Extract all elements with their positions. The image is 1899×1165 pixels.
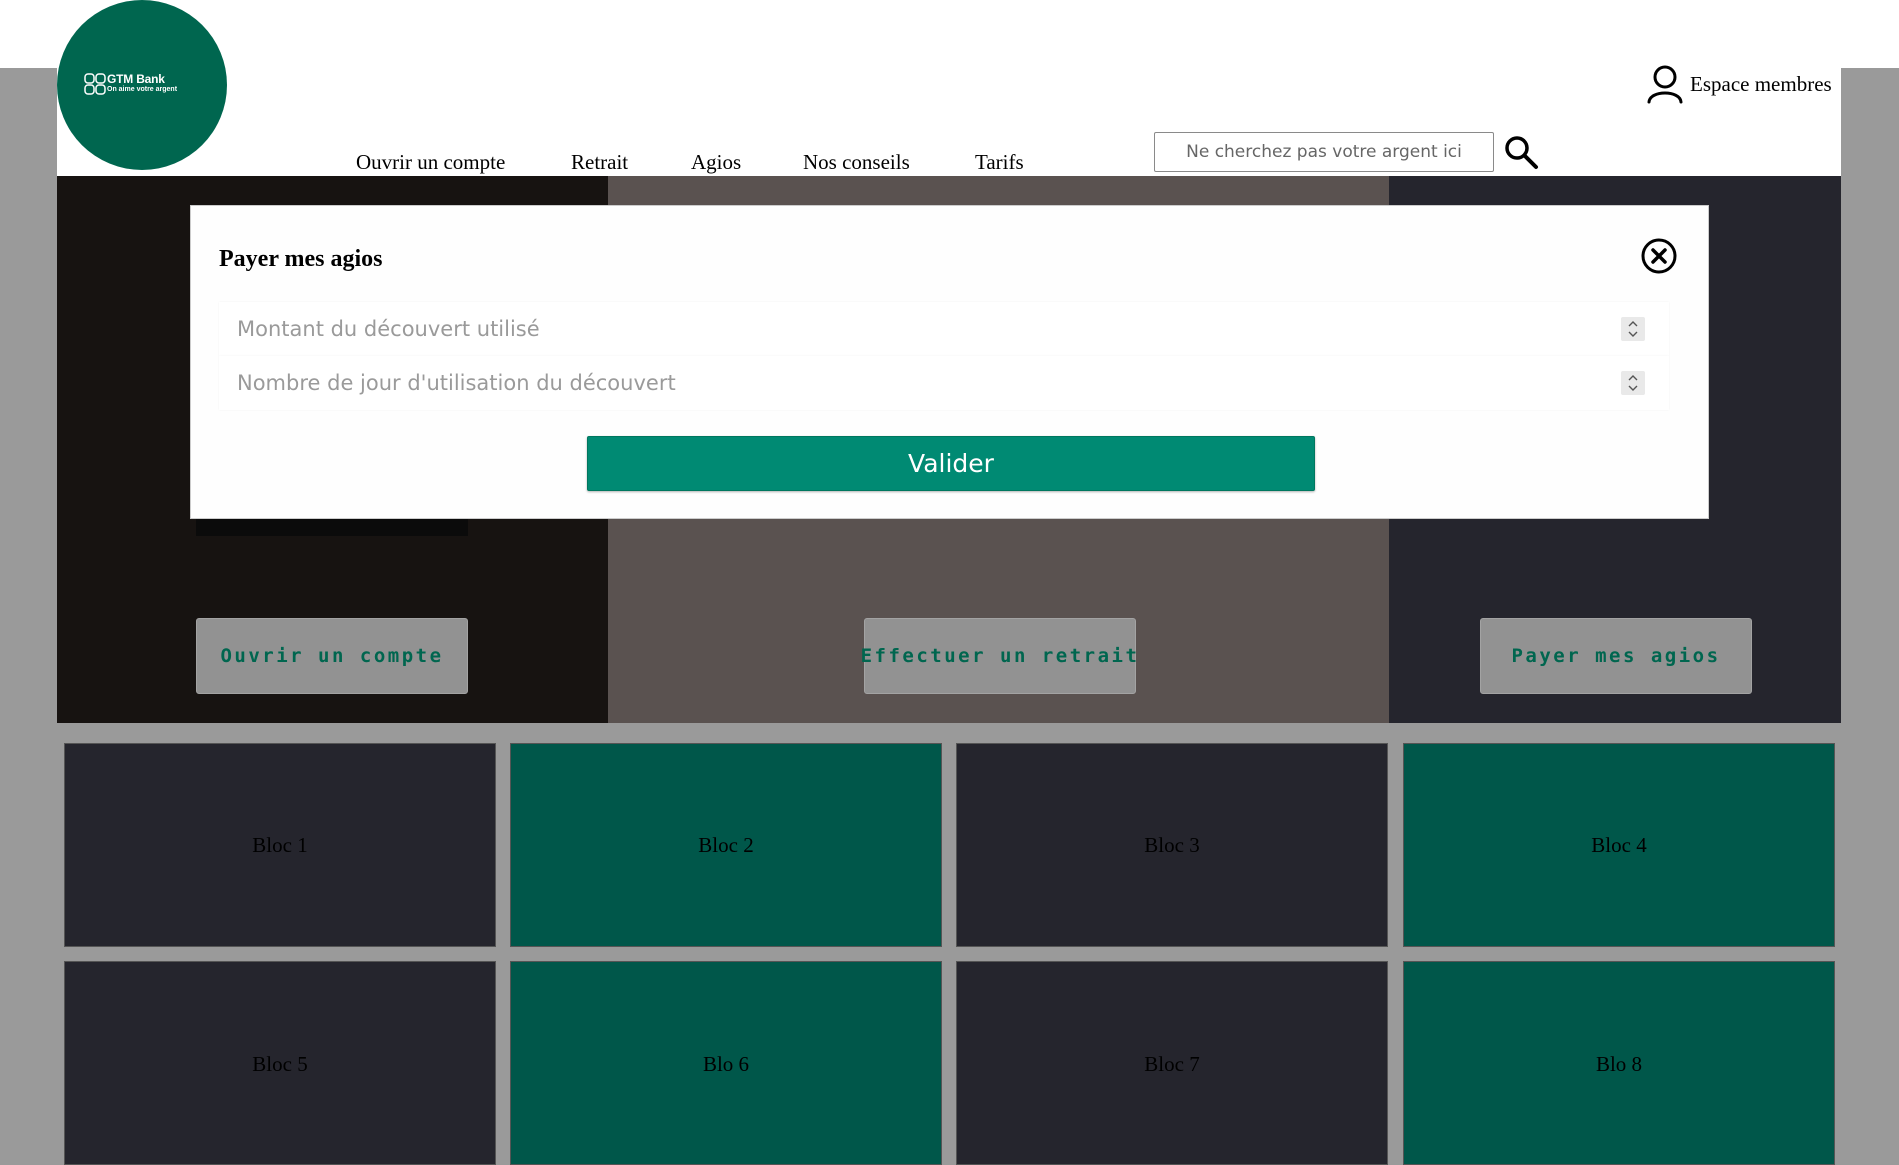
overdraft-amount-input[interactable] — [219, 302, 1669, 356]
open-account-button[interactable]: Ouvrir un compte — [196, 618, 468, 694]
user-icon — [1647, 65, 1683, 104]
bloc-1[interactable]: Bloc 1 — [64, 743, 496, 947]
days-spinner[interactable] — [1621, 371, 1645, 395]
nav-agios[interactable]: Agios — [691, 150, 741, 175]
bloc-8[interactable]: Blo 8 — [1403, 961, 1835, 1165]
logo-tagline: On aime votre argent — [107, 86, 178, 93]
bloc-2[interactable]: Bloc 2 — [510, 743, 942, 947]
bloc-6[interactable]: Blo 6 — [510, 961, 942, 1165]
amount-spinner[interactable] — [1621, 317, 1645, 341]
search-icon[interactable] — [1503, 134, 1539, 170]
spinner-icon — [1628, 375, 1638, 391]
pay-agios-button[interactable]: Payer mes agios — [1480, 618, 1752, 694]
overdraft-days-field — [219, 356, 1669, 410]
bloc-7[interactable]: Bloc 7 — [956, 961, 1388, 1165]
overdraft-amount-field — [219, 302, 1669, 356]
header — [57, 68, 1841, 176]
members-link[interactable]: Espace membres — [1646, 62, 1832, 106]
modal-title: Payer mes agios — [219, 246, 383, 272]
overdraft-days-input[interactable] — [219, 356, 1669, 410]
bloc-3[interactable]: Bloc 3 — [956, 743, 1388, 947]
search-input[interactable] — [1154, 132, 1494, 172]
withdraw-button[interactable]: Effectuer un retrait — [861, 618, 1137, 694]
nav-ouvrir-compte[interactable]: Ouvrir un compte — [356, 150, 505, 175]
logo-icon — [84, 73, 106, 95]
top-strip — [0, 0, 1899, 68]
logo-name: GTM Bank — [107, 72, 165, 86]
close-icon[interactable] — [1640, 237, 1678, 275]
nav-nos-conseils[interactable]: Nos conseils — [803, 150, 910, 175]
members-label: Espace membres — [1690, 71, 1832, 96]
bloc-4[interactable]: Bloc 4 — [1403, 743, 1835, 947]
nav-retrait[interactable]: Retrait — [571, 150, 628, 175]
submit-button[interactable]: Valider — [587, 436, 1315, 491]
nav-tarifs[interactable]: Tarifs — [975, 150, 1024, 175]
agios-modal: Payer mes agios Valider — [190, 205, 1709, 519]
spinner-icon — [1628, 321, 1638, 337]
bloc-5[interactable]: Bloc 5 — [64, 961, 496, 1165]
logo[interactable]: GTM Bank On aime votre argent — [57, 0, 227, 170]
